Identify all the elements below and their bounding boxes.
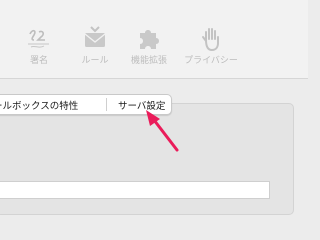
toolbar-label-signatures: 署名 [29, 56, 48, 66]
toolbar-item-rules[interactable]: ルール [65, 26, 125, 70]
tab-segmented-control: ールボックスの特性 サーバ設定 [0, 94, 172, 115]
toolbar-label-privacy: プライバシー [184, 56, 238, 66]
signature-icon [28, 29, 49, 48]
settings-text-field[interactable] [0, 181, 270, 199]
toolbar-item-privacy[interactable]: プライバシー [181, 26, 241, 70]
toolbar-label-rules: ルール [81, 56, 109, 66]
tab-server-settings[interactable]: サーバ設定 [107, 95, 165, 114]
raised-hand-icon [202, 28, 219, 51]
tab-label-server-settings: サーバ設定 [118, 100, 166, 112]
toolbar-label-extensions: 機能拡張 [130, 56, 167, 66]
tab-label-mailbox-behaviors: ールボックスの特性 [0, 100, 79, 112]
toolbar-divider [0, 78, 308, 79]
toolbar-item-signatures[interactable]: 署名 [9, 26, 69, 70]
toolbar-item-extensions[interactable]: 機能拡張 [119, 26, 179, 70]
envelope-rules-icon [84, 26, 106, 47]
preferences-toolbar: 署名 ルール 機能拡張 プライバシー [0, 0, 308, 78]
puzzle-piece-icon [140, 30, 159, 49]
tab-mailbox-behaviors[interactable]: ールボックスの特性 [0, 95, 106, 114]
